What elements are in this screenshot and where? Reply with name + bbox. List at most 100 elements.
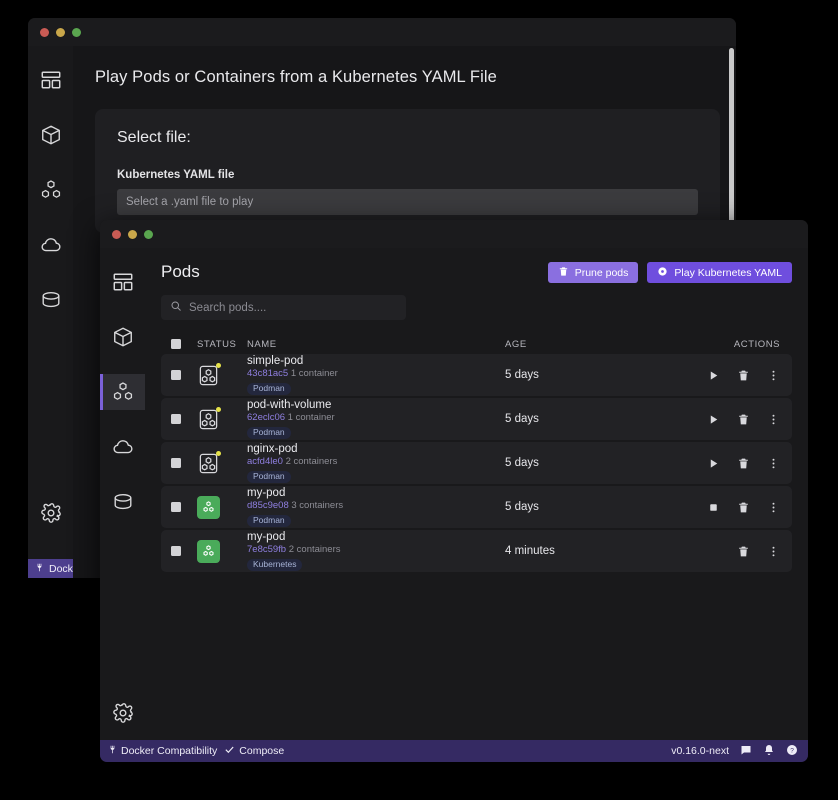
row-checkbox[interactable] — [171, 502, 197, 512]
pod-age: 5 days — [505, 501, 670, 513]
row-checkbox[interactable] — [171, 546, 197, 556]
close-button[interactable] — [112, 230, 121, 239]
sidebar-item-dashboard[interactable] — [28, 62, 73, 98]
cube-icon — [110, 324, 136, 350]
sidebar-item-volumes[interactable] — [28, 282, 73, 318]
pod-status-icon-running — [197, 540, 220, 563]
sidebar-item-pods[interactable] — [28, 172, 73, 208]
pod-age: 4 minutes — [505, 545, 670, 557]
docker-compatibility-status[interactable]: Docker Compatibility — [108, 744, 217, 758]
yaml-file-input[interactable]: Select a .yaml file to play — [117, 189, 698, 215]
table-header-row: STATUS NAME AGE ACTIONS — [161, 334, 792, 354]
gear-icon — [110, 700, 136, 726]
header-status: STATUS — [197, 339, 247, 350]
delete-pod-button[interactable] — [736, 412, 750, 426]
select-all-checkbox[interactable] — [171, 339, 197, 349]
background-statusbar[interactable]: Docker Com — [28, 559, 73, 578]
foreground-settings-button[interactable] — [100, 700, 145, 726]
delete-pod-button[interactable] — [736, 500, 750, 514]
table-row[interactable]: simple-pod43c81ac5 1 containerPodman5 da… — [161, 354, 792, 396]
header-name: NAME — [247, 339, 505, 350]
search-input[interactable] — [189, 302, 397, 314]
more-actions-button[interactable] — [766, 544, 780, 558]
sidebar-item-containers[interactable] — [100, 319, 145, 355]
table-row[interactable]: my-podd85c9e08 3 containersPodman5 days — [161, 486, 792, 528]
yaml-file-input-placeholder: Select a .yaml file to play — [126, 196, 253, 208]
pod-id: acfd4le0 — [247, 456, 283, 467]
sidebar-item-images[interactable] — [28, 227, 73, 263]
row-checkbox[interactable] — [171, 414, 197, 424]
pod-name: my-pod — [247, 487, 505, 500]
pod-id: d85c9e08 — [247, 500, 289, 511]
play-pod-button[interactable] — [706, 412, 720, 426]
table-row[interactable]: pod-with-volume62eclc06 1 containerPodma… — [161, 398, 792, 440]
search-pods-container[interactable] — [161, 295, 406, 320]
screen: Docker Com Play Pods or Containers from … — [0, 0, 838, 800]
background-settings-button[interactable] — [28, 500, 73, 526]
pod-meta: 7e8c59fb 2 containers — [247, 545, 505, 556]
pods-table: STATUS NAME AGE ACTIONS simple-pod43c81a… — [161, 334, 792, 572]
table-row[interactable]: my-pod7e8c59fb 2 containersKubernetes4 m… — [161, 530, 792, 572]
pod-age: 5 days — [505, 457, 670, 469]
minimize-button[interactable] — [128, 230, 137, 239]
prune-pods-label: Prune pods — [575, 267, 629, 279]
pod-meta: d85c9e08 3 containers — [247, 501, 505, 512]
play-pod-button[interactable] — [706, 368, 720, 382]
pod-id: 7e8c59fb — [247, 544, 286, 555]
play-kubernetes-yaml-label: Play Kubernetes YAML — [674, 267, 782, 279]
cube-icon — [38, 122, 64, 148]
sidebar-item-dashboard[interactable] — [100, 264, 145, 300]
database-icon — [38, 287, 64, 313]
more-actions-button[interactable] — [766, 500, 780, 514]
delete-pod-button[interactable] — [736, 456, 750, 470]
background-titlebar[interactable] — [28, 18, 736, 46]
sidebar-item-pods[interactable] — [100, 374, 145, 410]
more-actions-button[interactable] — [766, 368, 780, 382]
play-kubernetes-yaml-button[interactable]: Play Kubernetes YAML — [647, 262, 792, 283]
pod-meta: 62eclc06 1 container — [247, 413, 505, 424]
more-actions-button[interactable] — [766, 456, 780, 470]
pod-meta: 43c81ac5 1 container — [247, 369, 505, 380]
compose-status[interactable]: Compose — [224, 744, 284, 758]
pods-icon — [110, 379, 136, 405]
kubernetes-icon — [657, 266, 668, 280]
sidebar-item-containers[interactable] — [28, 117, 73, 153]
delete-pod-button[interactable] — [736, 544, 750, 558]
pod-container-count: 1 container — [288, 412, 335, 423]
pod-id: 43c81ac5 — [247, 368, 288, 379]
maximize-button[interactable] — [72, 28, 81, 37]
status-dot-icon — [216, 363, 221, 368]
bell-icon[interactable] — [763, 744, 775, 759]
prune-pods-button[interactable]: Prune pods — [548, 262, 639, 283]
play-pod-button[interactable] — [706, 456, 720, 470]
foreground-window[interactable]: Pods Prune pods Play Kuberne — [100, 220, 808, 762]
status-dot-icon — [216, 407, 221, 412]
delete-pod-button[interactable] — [736, 368, 750, 382]
table-row[interactable]: nginx-podacfd4le0 2 containersPodman5 da… — [161, 442, 792, 484]
header-actions: Prune pods Play Kubernetes YAML — [548, 260, 792, 283]
pod-container-count: 3 containers — [291, 500, 343, 511]
row-checkbox[interactable] — [171, 370, 197, 380]
sidebar-item-images[interactable] — [100, 429, 145, 465]
pod-status-icon-running — [197, 496, 220, 519]
header-actions: ACTIONS — [670, 339, 780, 350]
foreground-titlebar[interactable] — [100, 220, 808, 248]
trash-icon — [558, 266, 569, 280]
pod-engine-badge: Kubernetes — [247, 559, 302, 572]
more-actions-button[interactable] — [766, 412, 780, 426]
pod-engine-badge: Podman — [247, 515, 291, 528]
maximize-button[interactable] — [144, 230, 153, 239]
yaml-field-label: Kubernetes YAML file — [117, 169, 698, 181]
pod-name: nginx-pod — [247, 443, 505, 456]
sidebar-item-volumes[interactable] — [100, 484, 145, 520]
pod-container-count: 1 container — [291, 368, 338, 379]
stop-pod-button[interactable] — [706, 500, 720, 514]
help-icon[interactable]: ? — [786, 744, 798, 759]
chat-icon[interactable] — [740, 744, 752, 759]
pod-id: 62eclc06 — [247, 412, 285, 423]
row-checkbox[interactable] — [171, 458, 197, 468]
svg-text:?: ? — [790, 747, 794, 754]
close-button[interactable] — [40, 28, 49, 37]
pod-status-icon-stopped — [197, 452, 220, 475]
minimize-button[interactable] — [56, 28, 65, 37]
